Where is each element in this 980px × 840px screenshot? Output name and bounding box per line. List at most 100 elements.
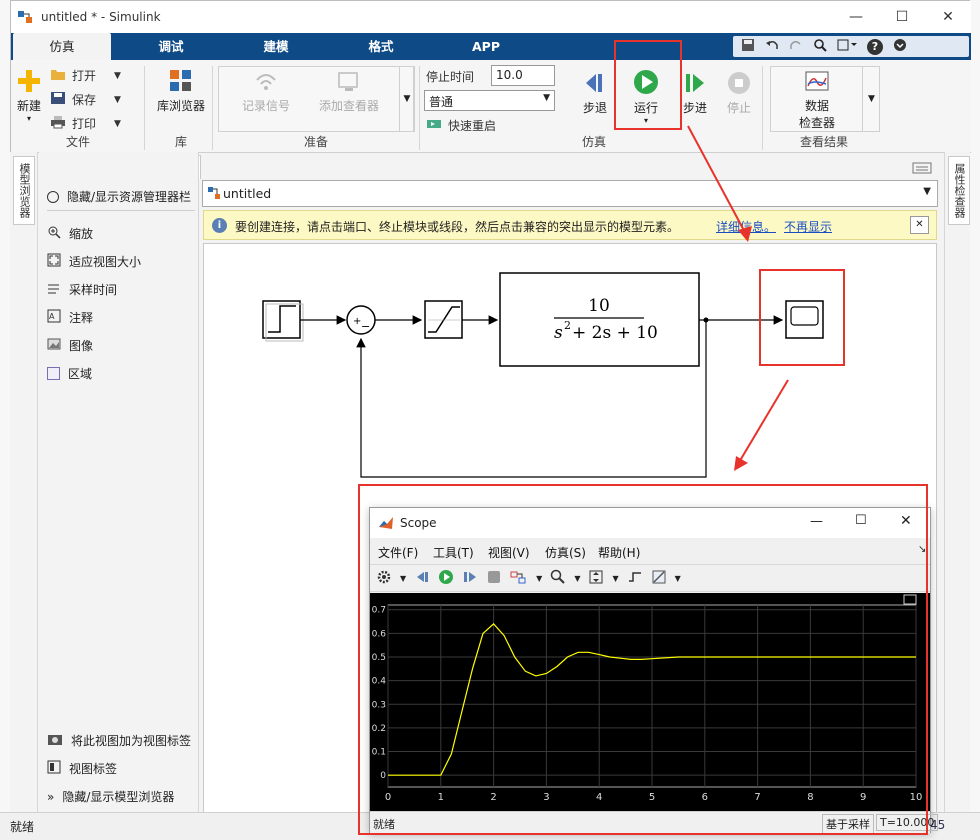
fast-restart-toggle[interactable]: 快速重启 bbox=[426, 117, 496, 134]
open-label: 打开 bbox=[72, 69, 97, 83]
sum-block[interactable]: + − bbox=[346, 305, 376, 335]
library-browser-button[interactable]: 库浏览器 bbox=[154, 68, 208, 114]
divider bbox=[47, 210, 195, 211]
step-back-button[interactable]: 步退 bbox=[580, 70, 610, 116]
chevron-down-icon[interactable] bbox=[893, 38, 907, 55]
zoom-label: 缩放 bbox=[69, 227, 94, 241]
fit-view-tool[interactable]: 适应视图大小 bbox=[47, 253, 141, 270]
save-button[interactable]: 保存 ▼ bbox=[50, 91, 121, 108]
review-expand-button[interactable]: ▼ bbox=[862, 66, 880, 132]
log-signals-button[interactable]: 记录信号 bbox=[234, 70, 298, 114]
info-close-button[interactable]: ✕ bbox=[910, 216, 929, 234]
tf-numerator: 10 bbox=[588, 296, 610, 316]
address-bar[interactable]: untitled ▼ bbox=[202, 180, 938, 207]
library-section-label: 库 bbox=[175, 135, 188, 149]
toggle-explorer-bar[interactable]: 隐藏/显示资源管理器栏 bbox=[47, 188, 191, 205]
print-button[interactable]: 打印 ▼ bbox=[50, 115, 121, 132]
log-signals-label: 记录信号 bbox=[241, 99, 290, 113]
print-label: 打印 bbox=[72, 117, 97, 131]
simulation-mode-select[interactable]: 普通 ▼ bbox=[424, 90, 555, 111]
settings-icon[interactable] bbox=[837, 38, 857, 55]
add-viewer-button[interactable]: 添加查看器 bbox=[314, 70, 384, 114]
view-tab-label: 视图标签 bbox=[69, 762, 118, 776]
save-icon[interactable] bbox=[741, 38, 755, 55]
folder-icon bbox=[50, 67, 66, 84]
help-button[interactable]: ? bbox=[867, 38, 883, 55]
right-strip: 属性检查器 bbox=[944, 152, 970, 812]
step-forward-label: 步进 bbox=[682, 101, 707, 115]
run-highlight-box bbox=[614, 40, 682, 130]
stop-icon bbox=[726, 70, 752, 99]
new-label: 新建 bbox=[16, 99, 41, 113]
palette-panel: 隐藏/显示资源管理器栏 缩放 适应视图大小 采样时间 A 注释 图像 区域 将此视… bbox=[39, 152, 199, 812]
tab-simulation[interactable]: 仿真 bbox=[13, 33, 111, 60]
tab-app[interactable]: APP bbox=[446, 33, 526, 60]
printer-icon bbox=[50, 115, 66, 132]
address-path: untitled bbox=[223, 186, 272, 201]
fast-restart-label: 快速重启 bbox=[448, 119, 497, 133]
stop-label: 停止 bbox=[726, 101, 751, 115]
dont-show-again-link[interactable]: 不再显示 bbox=[784, 218, 832, 235]
divider bbox=[212, 66, 213, 150]
add-viewer-label: 添加查看器 bbox=[318, 99, 379, 113]
sum-minus-sign: − bbox=[361, 320, 370, 333]
title-bar: untitled * - Simulink — ☐ ✕ bbox=[11, 1, 971, 33]
scope-window-highlight-box bbox=[358, 484, 928, 835]
simulink-logo-icon bbox=[17, 9, 33, 25]
divider bbox=[419, 66, 420, 150]
library-browser-label: 库浏览器 bbox=[156, 99, 205, 113]
simulate-section-label: 仿真 bbox=[582, 135, 607, 149]
plus-icon bbox=[16, 68, 42, 97]
new-button[interactable]: 新建 ▾ bbox=[14, 68, 44, 123]
open-button[interactable]: 打开 ▼ bbox=[50, 67, 121, 84]
info-message: 要创建连接，请点击端口、终止模块或线段，然后点击兼容的突出显示的模型元素。 bbox=[235, 220, 680, 234]
keyboard-icon[interactable] bbox=[912, 162, 932, 177]
close-button[interactable]: ✕ bbox=[925, 1, 971, 33]
stop-time-input[interactable]: 10.0 bbox=[491, 65, 555, 86]
data-inspector-button[interactable]: 数据 检查器 bbox=[790, 70, 844, 131]
tab-debug[interactable]: 调试 bbox=[131, 33, 211, 60]
undo-icon[interactable] bbox=[765, 38, 779, 55]
saturation-block[interactable] bbox=[424, 300, 463, 339]
step-back-icon bbox=[582, 70, 608, 99]
search-icon[interactable] bbox=[813, 38, 827, 55]
gallery-expand-button[interactable]: ▼ bbox=[399, 66, 415, 132]
simulation-mode-value: 普通 bbox=[429, 95, 454, 109]
property-inspector-tab[interactable]: 属性检查器 bbox=[948, 156, 970, 225]
save-label: 保存 bbox=[72, 93, 97, 107]
svg-text:A: A bbox=[49, 312, 55, 321]
tab-modeling[interactable]: 建模 bbox=[236, 33, 316, 60]
transfer-function-block[interactable]: 10 s 2 + 2s + 10 bbox=[499, 272, 700, 367]
minimize-button[interactable]: — bbox=[833, 1, 879, 33]
annotation-tool[interactable]: A 注释 bbox=[47, 309, 93, 326]
zoom-tool[interactable]: 缩放 bbox=[47, 225, 93, 242]
stop-button[interactable]: 停止 bbox=[724, 70, 754, 116]
sample-time-icon bbox=[47, 281, 61, 298]
toggle-model-browser[interactable]: » 隐藏/显示模型浏览器 bbox=[47, 788, 174, 805]
area-tool[interactable]: 区域 bbox=[47, 365, 92, 382]
step-forward-icon bbox=[682, 70, 708, 99]
add-view-tab[interactable]: 将此视图加为视图标签 bbox=[47, 732, 191, 749]
view-tab[interactable]: 视图标签 bbox=[47, 760, 117, 777]
annotation-arrow bbox=[687, 125, 752, 242]
prepare-section-label: 准备 bbox=[304, 135, 329, 149]
step-block[interactable] bbox=[262, 300, 304, 342]
model-browser-tab[interactable]: 模型浏览器 bbox=[13, 156, 35, 225]
chevron-down-icon[interactable]: ▼ bbox=[923, 186, 931, 197]
data-inspector-label-2: 检查器 bbox=[798, 116, 835, 130]
maximize-button[interactable]: ☐ bbox=[879, 1, 925, 33]
step-forward-button[interactable]: 步进 bbox=[680, 70, 710, 116]
fit-view-label: 适应视图大小 bbox=[69, 255, 142, 269]
ribbon-tab-bar: 仿真 调试 建模 格式 APP ? bbox=[11, 33, 971, 60]
zoom-icon bbox=[47, 225, 61, 242]
tab-format[interactable]: 格式 bbox=[341, 33, 421, 60]
double-chevron-icon: » bbox=[47, 789, 55, 804]
toggle-model-browser-label: 隐藏/显示模型浏览器 bbox=[62, 790, 175, 804]
camera-icon bbox=[47, 732, 63, 749]
sample-time-tool[interactable]: 采样时间 bbox=[47, 281, 117, 298]
tf-denominator-rest: + 2s + 10 bbox=[572, 323, 658, 343]
image-tool[interactable]: 图像 bbox=[47, 337, 93, 354]
redo-icon[interactable] bbox=[789, 38, 803, 55]
add-view-tab-label: 将此视图加为视图标签 bbox=[71, 734, 192, 748]
image-icon bbox=[47, 337, 61, 354]
